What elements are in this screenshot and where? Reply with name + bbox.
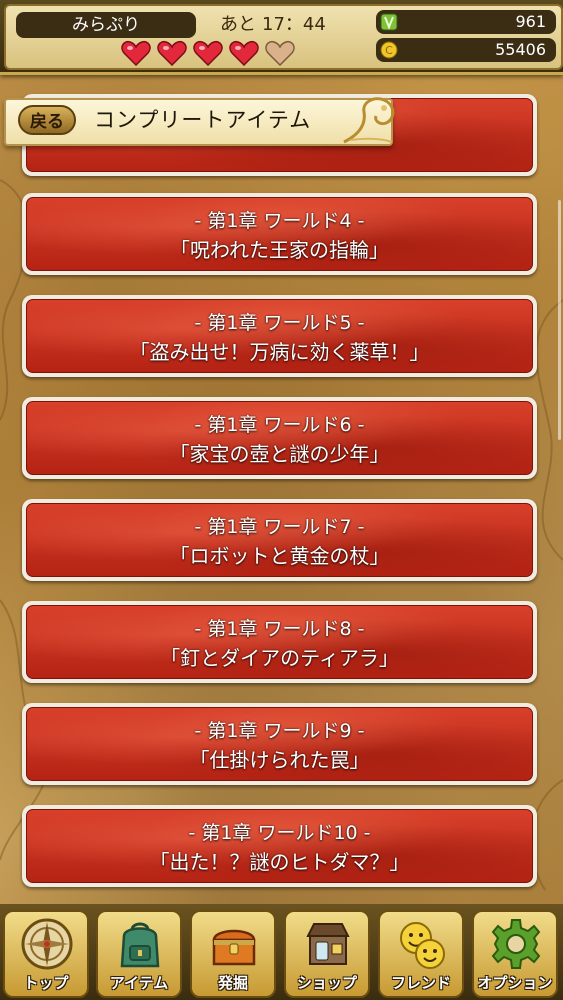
svg-text:C: C: [385, 44, 393, 57]
nav-item-button[interactable]: アイテム: [96, 910, 182, 998]
item-title-label: 「ロボットと黄金の杖」: [169, 544, 390, 568]
nav-top-button[interactable]: トップ: [3, 910, 89, 998]
shop-icon: [306, 923, 350, 965]
bottom-nav: トップ アイテム 発掘 ショップ フレンド オプション: [0, 904, 563, 1000]
heart-full-icon: [193, 40, 223, 66]
gold-coin-icon: C: [380, 41, 398, 59]
list-item[interactable]: - 第1章 ワールド8 - 「釘とダイアのティアラ」: [22, 601, 537, 683]
nav-label: アイテム: [109, 974, 169, 992]
timer-label: あと: [220, 14, 256, 35]
gem-counter: 961: [376, 10, 556, 34]
nav-friend-button[interactable]: フレンド: [378, 910, 464, 998]
coin-counter: C 55406: [376, 38, 556, 62]
nav-shop-button[interactable]: ショップ: [284, 910, 370, 998]
nav-label: フレンド: [390, 974, 451, 992]
nav-label: ショップ: [296, 974, 357, 992]
nav-label: トップ: [23, 974, 69, 992]
nav-label: 発掘: [217, 974, 248, 992]
treasure-chest-icon: [212, 929, 256, 966]
backpack-icon: [120, 922, 160, 968]
green-gem-icon: [380, 13, 398, 31]
scrollbar[interactable]: [558, 200, 561, 440]
heart-full-icon: [121, 40, 151, 66]
compass-icon: [21, 918, 73, 970]
list-item[interactable]: - 第1章 ワールド4 - 「呪われた王家の指輪」: [22, 193, 537, 275]
item-title-label: 「仕掛けられた罠」: [189, 748, 370, 772]
ornament-icon: [343, 97, 395, 144]
completion-item-list: 「護られた古代の宝珠」 - 第1章 ワールド4 - 「呪われた王家の指輪」 - …: [0, 0, 563, 1000]
status-hud: みらぷり あと 17：44 961 C 55406: [0, 0, 563, 75]
gem-count: 961: [515, 12, 546, 31]
coin-count: 55406: [495, 40, 546, 59]
item-title-label: 「盗み出せ！万病に効く薬草！」: [129, 340, 430, 364]
nav-label: オプション: [477, 974, 553, 992]
item-chapter-label: - 第1章 ワールド9 -: [194, 720, 365, 742]
page-title: コンプリートアイテム: [94, 108, 312, 132]
item-chapter-label: - 第1章 ワールド10 -: [188, 822, 371, 844]
list-item[interactable]: - 第1章 ワールド5 - 「盗み出せ！万病に効く薬草！」: [22, 295, 537, 377]
list-item[interactable]: - 第1章 ワールド9 - 「仕掛けられた罠」: [22, 703, 537, 785]
gear-icon: [491, 919, 541, 969]
player-name: みらぷり: [16, 12, 196, 38]
list-item[interactable]: - 第1章 ワールド7 - 「ロボットと黄金の杖」: [22, 499, 537, 581]
timer-value: 17：44: [262, 14, 326, 35]
heart-full-icon: [157, 40, 187, 66]
hud-panel: みらぷり あと 17：44 961 C 55406: [4, 4, 563, 70]
nav-dig-button[interactable]: 発掘: [190, 910, 276, 998]
item-title-label: 「家宝の壺と謎の少年」: [169, 442, 390, 466]
item-chapter-label: - 第1章 ワールド7 -: [194, 516, 365, 538]
item-chapter-label: - 第1章 ワールド4 -: [194, 210, 365, 232]
item-title-label: 「呪われた王家の指輪」: [170, 238, 389, 262]
back-button[interactable]: 戻る: [18, 105, 76, 135]
list-item[interactable]: - 第1章 ワールド6 - 「家宝の壺と謎の少年」: [22, 397, 537, 479]
item-title-label: 「出た！？謎のヒトダマ？」: [149, 850, 410, 874]
item-title-label: 「釘とダイアのティアラ」: [160, 646, 399, 670]
item-chapter-label: - 第1章 ワールド8 -: [194, 618, 365, 640]
nav-option-button[interactable]: オプション: [472, 910, 558, 998]
list-item[interactable]: - 第1章 ワールド10 - 「出た！？謎のヒトダマ？」: [22, 805, 537, 887]
item-chapter-label: - 第1章 ワールド6 -: [194, 414, 365, 436]
smiley-friends-icon: [400, 922, 445, 969]
stamina-timer: あと 17：44: [220, 12, 330, 38]
page-header: 戻る コンプリートアイテム: [0, 97, 400, 148]
life-hearts: [121, 40, 295, 66]
heart-empty-icon: [265, 40, 295, 66]
item-chapter-label: - 第1章 ワールド5 -: [194, 312, 365, 334]
heart-full-icon: [229, 40, 259, 66]
